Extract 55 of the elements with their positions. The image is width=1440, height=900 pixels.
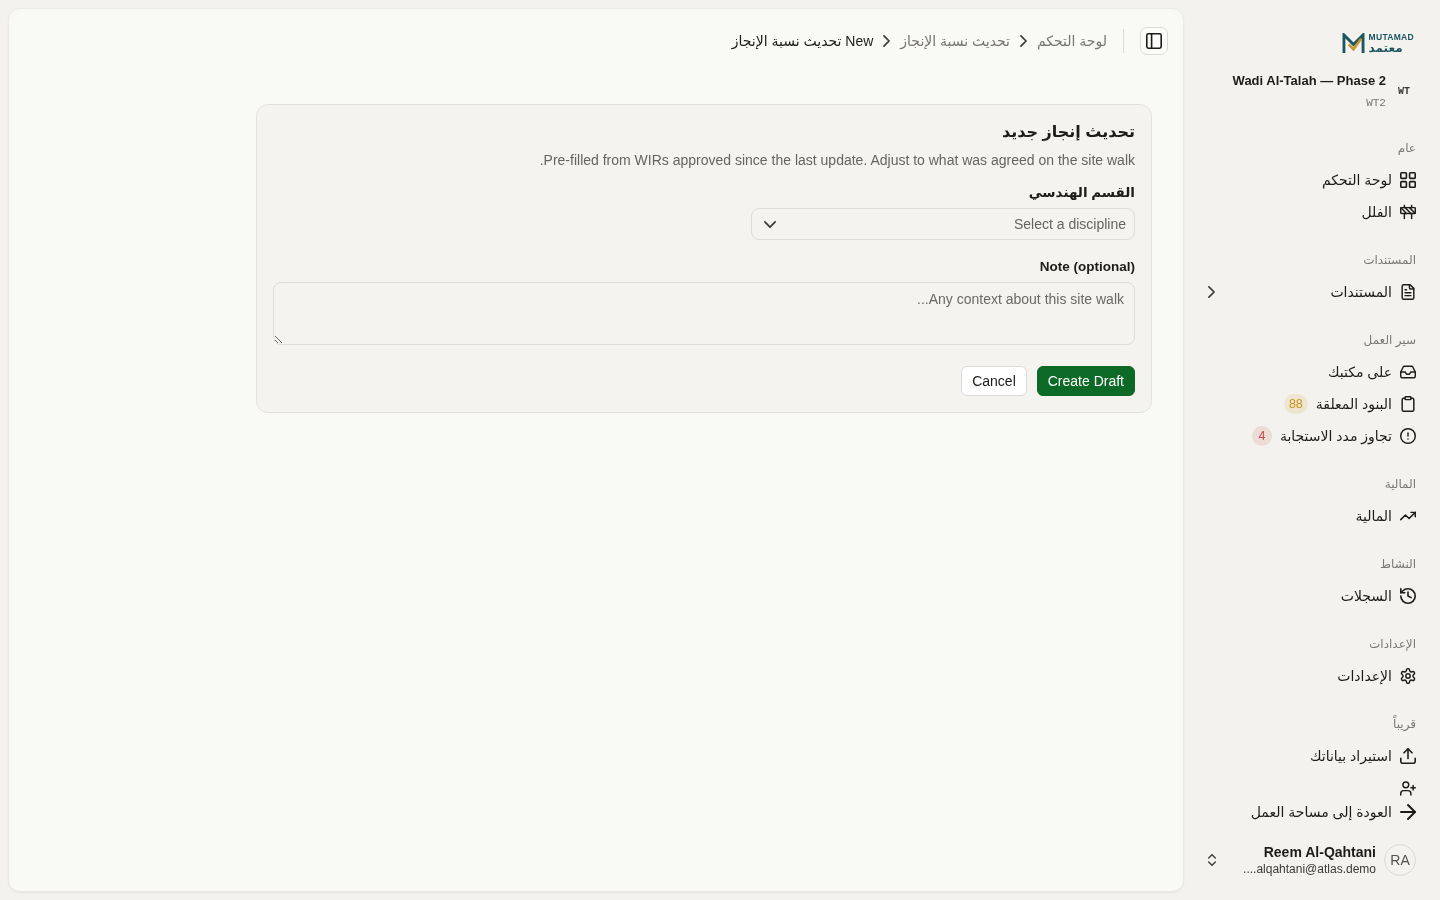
field-label: Note (optional) [1039, 258, 1135, 276]
note-field[interactable]: Any context about this site walk... [273, 282, 1135, 345]
count-badge: 88 [1283, 394, 1308, 414]
submit-button[interactable]: Create Draft [1036, 366, 1135, 396]
road-barrier-icon [1400, 204, 1416, 220]
nav-item[interactable]: لوحة التحكم [1200, 164, 1424, 196]
nav-item[interactable]: الإعدادات [1200, 660, 1424, 692]
breadcrumb-current: New تحديث نسبة الإنجاز [731, 33, 874, 49]
project-initials: WT [1398, 85, 1410, 97]
count-badge: 4 [1251, 426, 1272, 446]
section-title: المالية [1384, 476, 1416, 493]
clipboard-icon [1400, 396, 1416, 412]
project-name: Wadi Al-Talah — Phase 2 [1232, 72, 1386, 89]
select-field[interactable]: Select a discipline [751, 208, 1135, 240]
sidebar-toggle-button[interactable] [1140, 27, 1168, 55]
chevron-right-icon [1020, 35, 1027, 47]
alert-circle-icon [1400, 428, 1416, 444]
grid-icon [1400, 172, 1416, 188]
nav-item[interactable]: السجلات [1200, 580, 1424, 612]
section-title: النشاط [1379, 556, 1416, 573]
section-title: المستندات [1363, 252, 1416, 269]
section-title: عام [1397, 140, 1416, 157]
back-link[interactable]: العودة إلى مساحة العمل [1200, 796, 1424, 828]
user-name: Reem Al-Qahtani [1263, 843, 1376, 861]
form-description: Pre-filled from WIRs approved since the last update. Adjust to what was agreed on the site walk. [539, 151, 1135, 170]
settings-icon [1400, 668, 1416, 684]
history-icon [1400, 588, 1416, 604]
chevron-right-icon [883, 35, 891, 47]
logo-text: MUTAMAD [1368, 31, 1414, 42]
breadcrumb-link[interactable]: لوحة التحكم [1037, 33, 1107, 49]
upload-icon [1400, 748, 1416, 764]
arrow-right-icon [1400, 804, 1416, 820]
logo-icon [1341, 32, 1365, 54]
chevron-down-icon [764, 220, 776, 228]
breadcrumb-link[interactable]: تحديث نسبة الإنجاز [900, 33, 1010, 49]
section-title: قريباً [1393, 714, 1416, 733]
cancel-button[interactable]: Cancel [961, 366, 1027, 396]
chevron-up-down-icon[interactable] [1208, 854, 1216, 866]
chevron-right-icon[interactable] [1208, 286, 1215, 298]
project-code: WT2 [1366, 95, 1386, 110]
nav-item[interactable]: الفلل [1200, 196, 1424, 228]
nav-item[interactable]: على مكتبك [1200, 356, 1424, 388]
section-title: الإعدادات [1369, 636, 1416, 653]
logo-text: معتمد [1368, 41, 1403, 55]
nav-item[interactable]: المالية [1200, 500, 1424, 532]
sidebar-toggle-icon [1146, 33, 1162, 49]
section-title: سير العمل [1363, 332, 1416, 349]
user-email: ....alqahtani@atlas.demo [1243, 860, 1376, 877]
person-plus-icon [1400, 781, 1416, 793]
inbox-icon [1400, 364, 1416, 380]
nav-item[interactable]: استيراد بياناتك [1200, 740, 1424, 772]
document-icon [1400, 284, 1416, 300]
form-title: تحديث إنجاز جديد [1002, 122, 1135, 143]
nav-item[interactable]: المستندات [1200, 276, 1424, 308]
field-label: القسم الهندسي [1028, 184, 1135, 202]
